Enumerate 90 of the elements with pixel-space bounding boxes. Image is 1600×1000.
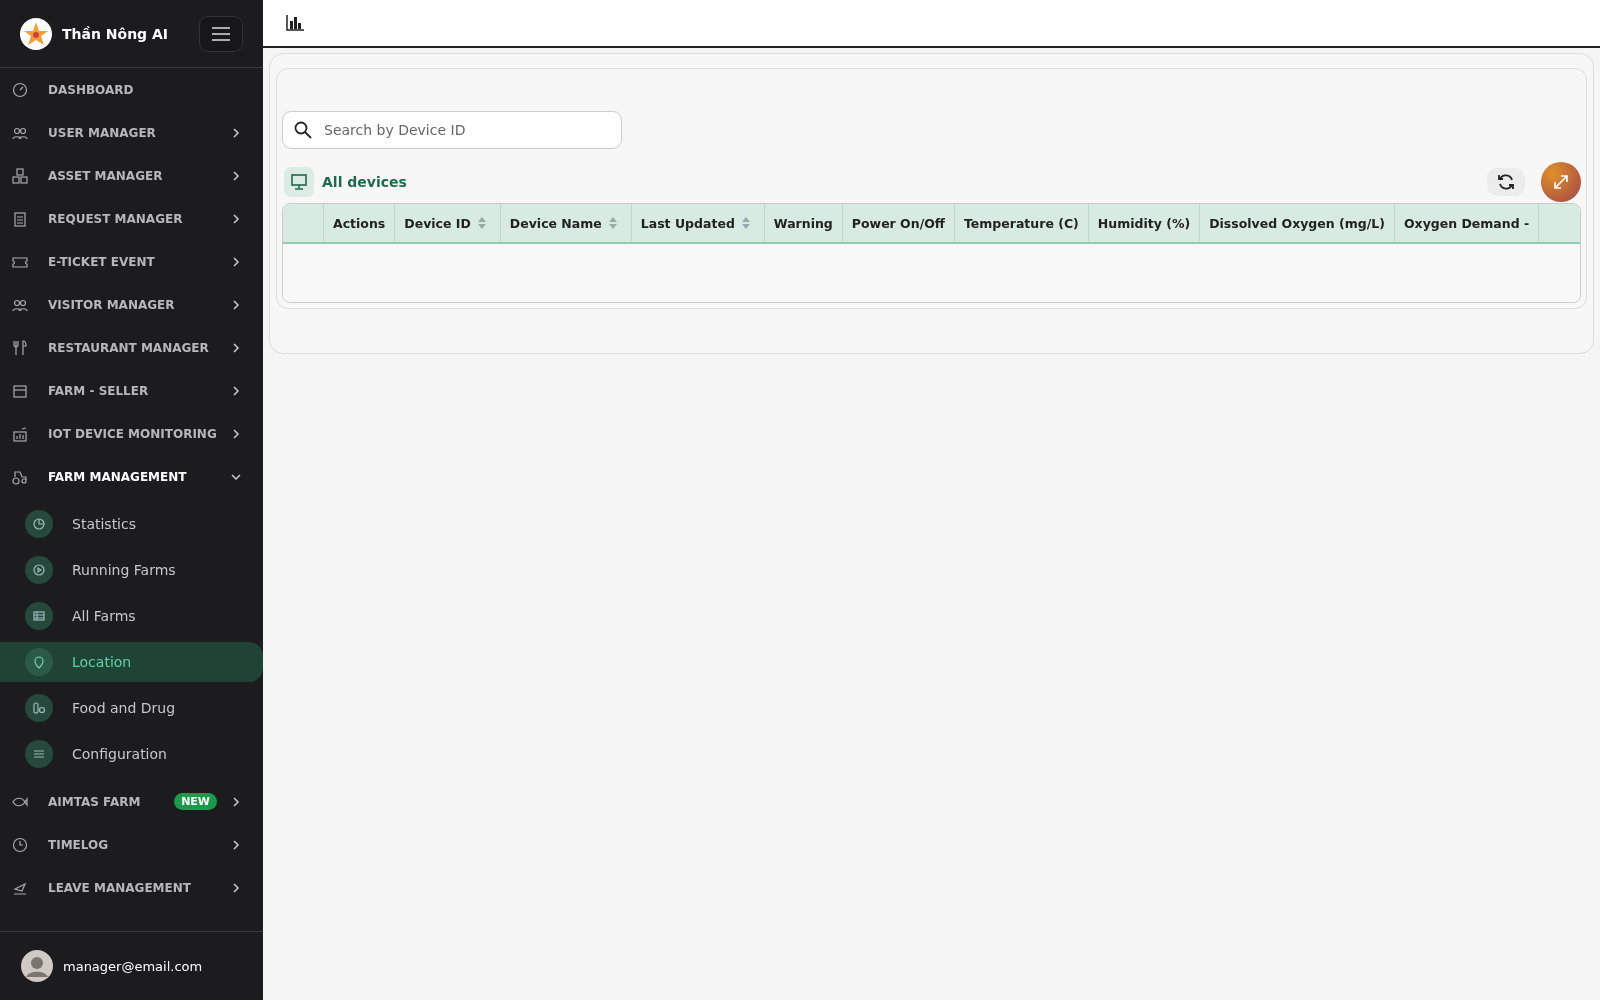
menu-label: LEAVE MANAGEMENT bbox=[48, 880, 192, 895]
column-header[interactable]: Dissolved Oxygen (mg/L) bbox=[1200, 204, 1395, 242]
column-header[interactable]: Humidity (%) bbox=[1088, 204, 1201, 242]
chevron-right-icon bbox=[231, 796, 241, 807]
chevron-right-icon bbox=[231, 213, 241, 224]
submenu-label: Configuration bbox=[72, 746, 167, 762]
menu-label: AIMTAS FARM bbox=[48, 794, 142, 809]
refresh-icon bbox=[1496, 172, 1516, 192]
monitor-icon bbox=[284, 167, 314, 197]
search-icon bbox=[294, 121, 312, 139]
expand-icon bbox=[1552, 173, 1570, 191]
sidebar-item[interactable]: TIMELOG bbox=[0, 823, 263, 866]
column-header[interactable]: Power On/Off bbox=[842, 204, 955, 242]
table-icon bbox=[25, 602, 53, 630]
menu-label: DASHBOARD bbox=[48, 82, 135, 97]
menu-label: TIMELOG bbox=[48, 837, 110, 852]
submenu-label: All Farms bbox=[72, 608, 136, 624]
chevron-right-icon bbox=[231, 170, 241, 181]
menu-label: ASSET MANAGER bbox=[48, 168, 164, 183]
chevron-right-icon bbox=[231, 882, 241, 893]
column-header[interactable]: Device Name bbox=[500, 204, 632, 242]
pin-icon bbox=[25, 648, 53, 676]
menu-label: FARM - SELLER bbox=[48, 383, 150, 398]
submenu-item[interactable]: All Farms bbox=[0, 596, 263, 636]
menu-label: USER MANAGER bbox=[48, 125, 157, 140]
chevron-right-icon bbox=[231, 428, 241, 439]
pie-icon bbox=[25, 510, 53, 538]
sidebar-item[interactable]: VISITOR MANAGER bbox=[0, 283, 263, 326]
sort-icon bbox=[608, 217, 617, 229]
submenu-label: Statistics bbox=[72, 516, 136, 532]
brand-name: Thần Nông AI bbox=[62, 25, 170, 42]
menu-label: REQUEST MANAGER bbox=[48, 211, 184, 226]
clock-icon bbox=[12, 836, 28, 853]
menu-button[interactable] bbox=[199, 15, 243, 52]
sidebar-item[interactable]: AIMTAS FARM NEW bbox=[0, 780, 263, 823]
column-header[interactable]: Actions bbox=[324, 204, 396, 242]
column-header[interactable]: Oxygen Demand - bbox=[1394, 204, 1540, 242]
chevron-right-icon bbox=[231, 839, 241, 850]
submenu-label: Running Farms bbox=[72, 562, 176, 578]
submenu-label: Food and Drug bbox=[72, 700, 176, 716]
submenu-item[interactable]: Food and Drug bbox=[0, 688, 263, 728]
menu-icon bbox=[212, 26, 230, 41]
sort-icon bbox=[477, 217, 486, 229]
submenu-item[interactable]: Location bbox=[0, 642, 263, 682]
refresh-button[interactable] bbox=[1487, 168, 1525, 196]
search-field[interactable]: Search by Device ID bbox=[282, 111, 622, 149]
sidebar-item[interactable]: USER MANAGER bbox=[0, 111, 263, 154]
menu-label: IOT DEVICE MONITORING bbox=[48, 426, 218, 441]
menu-label: FARM MANAGEMENT bbox=[48, 469, 188, 484]
boxes-icon bbox=[12, 167, 28, 184]
section-title: All devices bbox=[322, 174, 407, 190]
menu-label: RESTAURANT MANAGER bbox=[48, 340, 210, 355]
sidebar-item[interactable]: ASSET MANAGER bbox=[0, 154, 263, 197]
star-logo-icon bbox=[20, 17, 52, 50]
column-header[interactable]: Device ID bbox=[395, 204, 501, 242]
chevron-right-icon bbox=[231, 127, 241, 138]
sidebar-item[interactable]: FARM - SELLER bbox=[0, 369, 263, 412]
new-badge: NEW bbox=[174, 793, 217, 810]
expand-button[interactable] bbox=[1541, 162, 1581, 202]
submenu-item[interactable]: Running Farms bbox=[0, 550, 263, 590]
user-email: manager@email.com bbox=[63, 958, 203, 974]
clipboard-icon bbox=[12, 210, 28, 227]
sidebar-item[interactable]: DASHBOARD bbox=[0, 68, 263, 111]
sidebar-item[interactable]: IOT DEVICE MONITORING bbox=[0, 412, 263, 455]
submenu-item[interactable]: Statistics bbox=[0, 504, 263, 544]
column-header[interactable]: Last Updated bbox=[631, 204, 765, 242]
bar-chart-icon[interactable] bbox=[286, 15, 304, 31]
gauge-icon bbox=[12, 81, 28, 98]
submenu-label: Location bbox=[72, 654, 132, 670]
sidebar-item[interactable]: E-TICKET EVENT bbox=[0, 240, 263, 283]
sort-icon bbox=[741, 217, 750, 229]
chevron-right-icon bbox=[231, 256, 241, 267]
column-header[interactable]: Warning bbox=[764, 204, 843, 242]
chevron-right-icon bbox=[231, 385, 241, 396]
fork-icon bbox=[12, 339, 28, 356]
sidebar-item[interactable]: RESTAURANT MANAGER bbox=[0, 326, 263, 369]
sidebar-item[interactable]: REQUEST MANAGER bbox=[0, 197, 263, 240]
sidebar-item[interactable]: FARM MANAGEMENT bbox=[0, 455, 263, 498]
pill-icon bbox=[25, 694, 53, 722]
sidebar-item[interactable]: LEAVE MANAGEMENT bbox=[0, 866, 263, 909]
menu-label: E-TICKET EVENT bbox=[48, 254, 156, 269]
chevron-right-icon bbox=[231, 342, 241, 353]
menu-label: VISITOR MANAGER bbox=[48, 297, 176, 312]
column-header[interactable]: Temperature (C) bbox=[954, 204, 1089, 242]
play-icon bbox=[25, 556, 53, 584]
chart-icon bbox=[12, 425, 28, 442]
chevron-right-icon bbox=[231, 299, 241, 310]
avatar-icon bbox=[21, 950, 53, 982]
submenu-item[interactable]: Configuration bbox=[0, 734, 263, 774]
chevron-down-icon bbox=[231, 471, 241, 482]
